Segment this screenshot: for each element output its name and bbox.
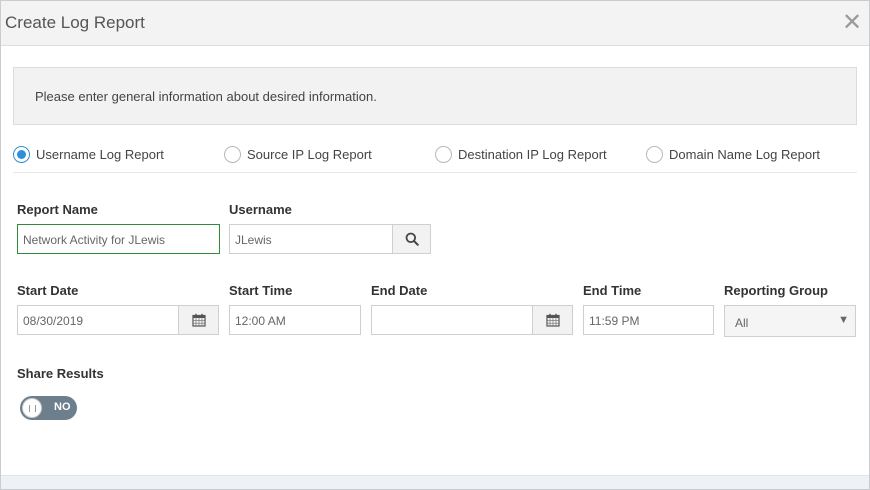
start-date-value: 08/30/2019 [23, 314, 84, 328]
calendar-icon [545, 313, 560, 327]
reporting-group-label: Reporting Group [724, 283, 828, 298]
dialog-titlebar: Create Log Report ✕ [1, 1, 869, 46]
end-date-calendar-button[interactable] [532, 305, 573, 335]
report-name-input[interactable]: Network Activity for JLewis [17, 224, 220, 254]
start-date-input[interactable]: 08/30/2019 [17, 305, 179, 335]
report-name-value: Network Activity for JLewis [23, 233, 166, 247]
share-results-toggle[interactable]: NO [20, 396, 77, 420]
close-icon[interactable]: ✕ [841, 11, 863, 35]
dialog-footer [1, 475, 869, 489]
start-time-value: 12:00 AM [235, 314, 286, 328]
radio-label: Destination IP Log Report [458, 147, 607, 162]
search-icon [405, 232, 419, 246]
info-message: Please enter general information about d… [13, 67, 857, 125]
start-time-input[interactable]: 12:00 AM [229, 305, 361, 335]
chevron-down-icon: ▼ [838, 314, 849, 326]
username-search-button[interactable] [392, 224, 431, 254]
end-date-label: End Date [371, 283, 428, 298]
end-time-label: End Time [583, 283, 642, 298]
reporting-group-value: All [735, 316, 749, 330]
radio-unchecked-icon [435, 146, 452, 163]
radio-unchecked-icon [224, 146, 241, 163]
dialog-title: Create Log Report [5, 13, 145, 32]
radio-checked-icon [13, 146, 30, 163]
end-time-input[interactable]: 11:59 PM [583, 305, 714, 335]
report-name-label: Report Name [17, 202, 98, 217]
radio-unchecked-icon [646, 146, 663, 163]
toggle-state-label: NO [54, 401, 71, 413]
report-type-group: Username Log Report Source IP Log Report… [13, 141, 857, 173]
radio-label: Domain Name Log Report [669, 147, 821, 162]
end-time-value: 11:59 PM [589, 314, 640, 328]
radio-label: Source IP Log Report [247, 147, 372, 162]
share-results-label: Share Results [17, 366, 104, 381]
start-date-label: Start Date [17, 283, 79, 298]
username-input[interactable]: JLewis [229, 224, 393, 254]
username-value: JLewis [235, 233, 272, 247]
toggle-knob [22, 398, 42, 418]
create-log-report-dialog: Create Log Report ✕ Please enter general… [0, 0, 870, 490]
radio-label: Username Log Report [36, 147, 164, 162]
info-message-text: Please enter general information about d… [35, 89, 377, 104]
username-label: Username [229, 202, 292, 217]
end-date-input[interactable] [371, 305, 533, 335]
start-time-label: Start Time [229, 283, 293, 298]
start-date-calendar-button[interactable] [178, 305, 219, 335]
reporting-group-select[interactable]: All ▼ [724, 305, 856, 337]
calendar-icon [191, 313, 206, 327]
